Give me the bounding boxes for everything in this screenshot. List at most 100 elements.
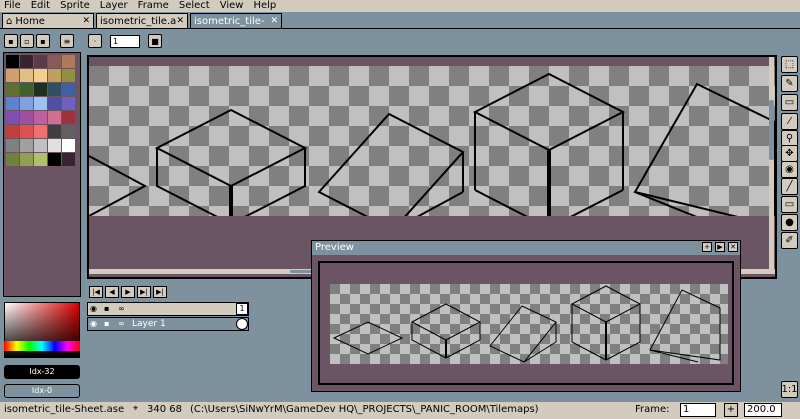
menu-select[interactable]: Select xyxy=(179,0,210,12)
hue-slider[interactable] xyxy=(4,341,80,351)
play-icon[interactable]: ▶ xyxy=(715,242,725,252)
palette-swatch[interactable] xyxy=(34,97,47,110)
palette-swatch[interactable] xyxy=(34,153,47,166)
palette-swatch[interactable] xyxy=(6,153,19,166)
palette-swatch[interactable] xyxy=(62,111,75,124)
palette-swatch[interactable] xyxy=(62,139,75,152)
tab-isometric-tile-sheet[interactable]: isometric_tile- ✕ xyxy=(190,13,282,28)
close-icon[interactable]: ✕ xyxy=(728,242,738,252)
palette-swatch[interactable] xyxy=(34,83,47,96)
palette-swatch[interactable] xyxy=(20,139,33,152)
lock-icon[interactable]: ▪ xyxy=(104,304,109,313)
ink-icon[interactable]: ■ xyxy=(148,34,162,48)
palette-swatch[interactable] xyxy=(20,83,33,96)
text-icon[interactable]: ✐ xyxy=(781,232,798,249)
fill-icon[interactable]: ◉ xyxy=(781,161,798,178)
last-frame-icon[interactable]: ▶| xyxy=(153,286,167,298)
layer-row[interactable]: ◉ ▪ ∞ Layer 1 xyxy=(87,317,249,331)
menu-layer[interactable]: Layer xyxy=(100,0,128,12)
palette-swatch[interactable] xyxy=(20,125,33,138)
tab-home[interactable]: ⌂ Home ✕ xyxy=(2,13,94,28)
palette-swatch[interactable] xyxy=(62,55,75,68)
eyedropper-icon[interactable]: ⁄ xyxy=(781,113,798,130)
tab-isometric-tile[interactable]: isometric_tile.a ✕ xyxy=(96,13,188,28)
frame-input[interactable]: 1 xyxy=(680,403,716,417)
vertical-scroll-thumb[interactable] xyxy=(769,100,774,160)
close-icon[interactable]: ✕ xyxy=(270,16,278,26)
palette-swatch[interactable] xyxy=(20,55,33,68)
zoom-1-1-button[interactable]: 1:1 xyxy=(781,381,798,398)
palette-swatch[interactable] xyxy=(62,69,75,82)
menu-frame[interactable]: Frame xyxy=(138,0,169,12)
first-frame-icon[interactable]: |◀ xyxy=(89,286,103,298)
palette-swatch[interactable] xyxy=(20,69,33,82)
menu-view[interactable]: View xyxy=(220,0,244,12)
palette-swatch[interactable] xyxy=(48,139,61,152)
palette-swatch[interactable] xyxy=(48,69,61,82)
line-icon[interactable]: ╱ xyxy=(781,178,798,195)
preview-mode-icon[interactable]: + xyxy=(702,242,712,252)
palette-swatch[interactable] xyxy=(20,153,33,166)
lock-icon[interactable]: ▪ xyxy=(4,34,18,48)
vertical-scrollbar[interactable] xyxy=(769,57,774,269)
menu-help[interactable]: Help xyxy=(253,0,276,12)
link-icon[interactable]: ∞ xyxy=(118,319,125,328)
eraser-icon[interactable]: ▭ xyxy=(781,94,798,111)
brush-size-input[interactable]: 1 xyxy=(110,35,140,48)
close-icon[interactable]: ✕ xyxy=(176,16,184,26)
color-palette[interactable] xyxy=(3,52,81,297)
menu-edit[interactable]: Edit xyxy=(31,0,50,12)
cel-dot[interactable] xyxy=(236,318,248,330)
palette-swatch[interactable] xyxy=(48,111,61,124)
palette-swatch[interactable] xyxy=(6,125,19,138)
sprite-canvas[interactable] xyxy=(89,66,775,216)
palette-swatch[interactable] xyxy=(6,83,19,96)
palette-swatch[interactable] xyxy=(62,153,75,166)
marquee-icon[interactable]: ⬚ xyxy=(781,56,798,73)
palette-swatch[interactable] xyxy=(20,111,33,124)
palette-swatch[interactable] xyxy=(6,55,19,68)
menu-sprite[interactable]: Sprite xyxy=(60,0,90,12)
frame-number[interactable]: 1 xyxy=(236,303,248,315)
add-frame-icon[interactable]: + xyxy=(724,403,738,417)
palette-swatch[interactable] xyxy=(34,55,47,68)
move-icon[interactable]: ✥ xyxy=(781,145,798,162)
palette-swatch[interactable] xyxy=(48,55,61,68)
palette-swatch[interactable] xyxy=(62,125,75,138)
align-icon[interactable]: ▪ xyxy=(36,34,50,48)
palette-swatch[interactable] xyxy=(34,125,47,138)
prev-frame-icon[interactable]: ◀ xyxy=(105,286,119,298)
background-color[interactable]: Idx-0 xyxy=(4,384,80,398)
menu-icon[interactable]: ≡ xyxy=(60,34,74,48)
palette-swatch[interactable] xyxy=(48,153,61,166)
next-frame-icon[interactable]: ▶| xyxy=(137,286,151,298)
link-icon[interactable]: ∞ xyxy=(118,304,125,313)
palette-swatch[interactable] xyxy=(34,111,47,124)
palette-swatch[interactable] xyxy=(34,139,47,152)
blur-icon[interactable]: ● xyxy=(781,214,798,231)
palette-swatch[interactable] xyxy=(20,97,33,110)
palette-swatch[interactable] xyxy=(48,125,61,138)
palette-swatch[interactable] xyxy=(6,111,19,124)
pixel-perfect-icon[interactable]: ▫ xyxy=(20,34,34,48)
rectangle-icon[interactable]: ▭ xyxy=(781,196,798,213)
palette-swatch[interactable] xyxy=(6,69,19,82)
menu-file[interactable]: File xyxy=(4,0,21,12)
pencil-icon[interactable]: ✎ xyxy=(781,75,798,92)
eye-icon[interactable]: ◉ xyxy=(90,319,97,328)
palette-swatch[interactable] xyxy=(48,97,61,110)
zoom-input[interactable]: 200.0 xyxy=(744,403,782,417)
foreground-color[interactable]: Idx-32 xyxy=(4,365,80,379)
eye-icon[interactable]: ◉ xyxy=(90,304,97,313)
palette-swatch[interactable] xyxy=(62,97,75,110)
close-icon[interactable]: ✕ xyxy=(82,16,90,26)
palette-swatch[interactable] xyxy=(6,139,19,152)
play-icon[interactable]: ▶ xyxy=(121,286,135,298)
palette-swatch[interactable] xyxy=(62,83,75,96)
lock-icon[interactable]: ▪ xyxy=(104,319,109,328)
brush-shape-icon[interactable]: · xyxy=(88,34,102,48)
layer-name[interactable]: Layer 1 xyxy=(132,319,166,329)
palette-swatch[interactable] xyxy=(34,69,47,82)
palette-swatch[interactable] xyxy=(6,97,19,110)
preview-canvas[interactable] xyxy=(330,284,728,364)
